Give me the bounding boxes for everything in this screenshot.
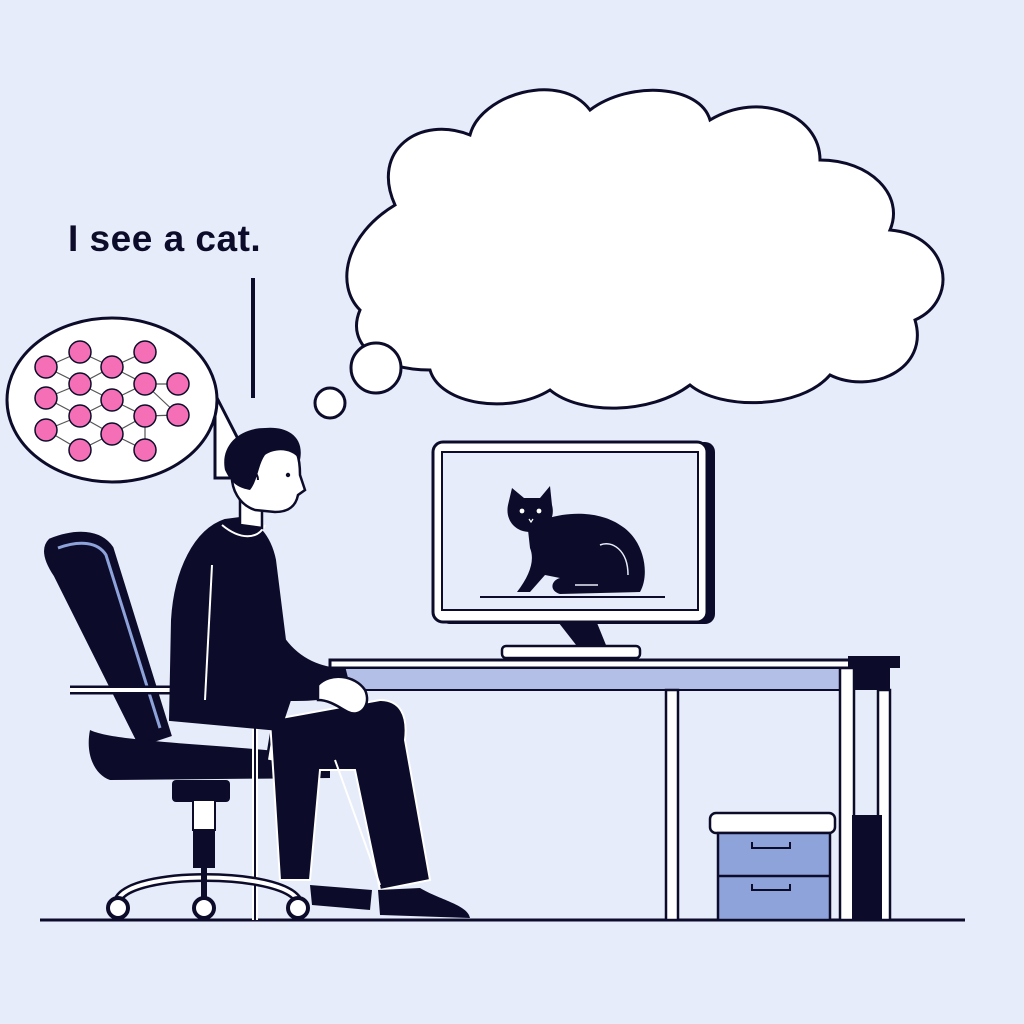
scene-artwork [5, 88, 965, 922]
drawer-cabinet [708, 811, 882, 922]
illustration-scene: I see a cat. [0, 0, 1024, 1024]
thought-cloud [345, 88, 945, 410]
thought-bubble-large [349, 341, 403, 395]
speech-text: I see a cat. [68, 218, 262, 259]
neural-network-icon [5, 316, 261, 484]
thought-bubble-small [313, 386, 347, 420]
